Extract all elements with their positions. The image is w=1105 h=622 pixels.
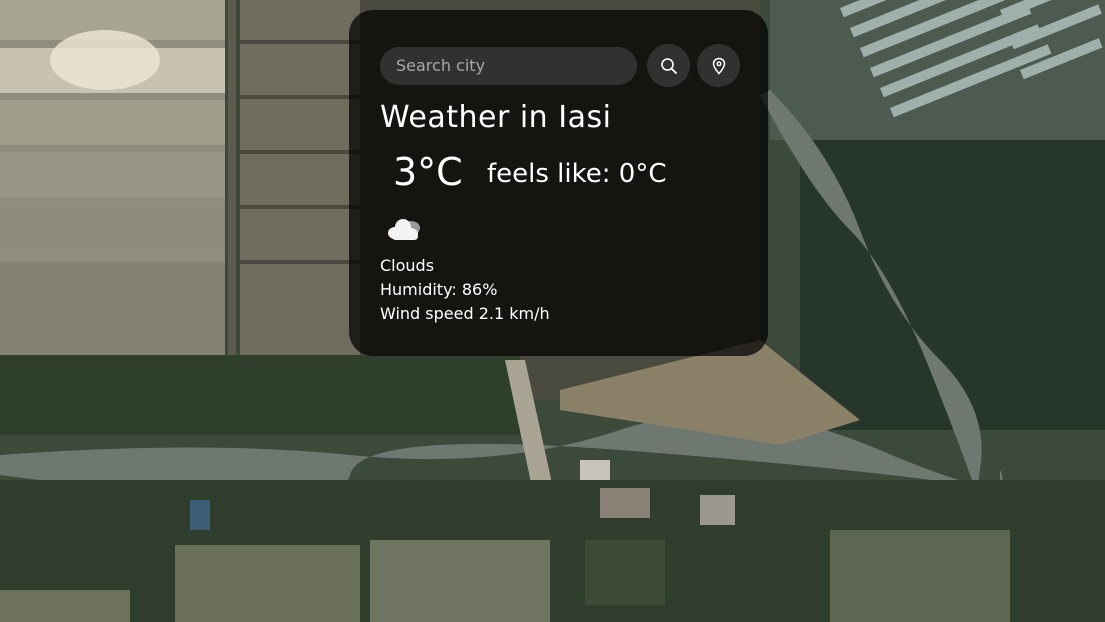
search-icon [660,57,677,74]
location-pin-icon [712,57,725,75]
temperature: 3°C [393,150,463,194]
city-title: Weather in Iasi [380,100,612,135]
weather-card: Weather in Iasi 3°C feels like: 0°C Clou… [349,10,768,356]
location-button[interactable] [697,44,740,87]
humidity: Humidity: 86% [380,280,498,299]
search-bar [380,44,740,87]
search-button[interactable] [647,44,690,87]
weather-description: Clouds [380,256,435,275]
search-input[interactable] [380,46,637,85]
wind-speed: Wind speed 2.1 km/h [380,304,550,323]
cloud-icon [388,219,420,240]
feels-like: feels like: 0°C [487,159,667,189]
